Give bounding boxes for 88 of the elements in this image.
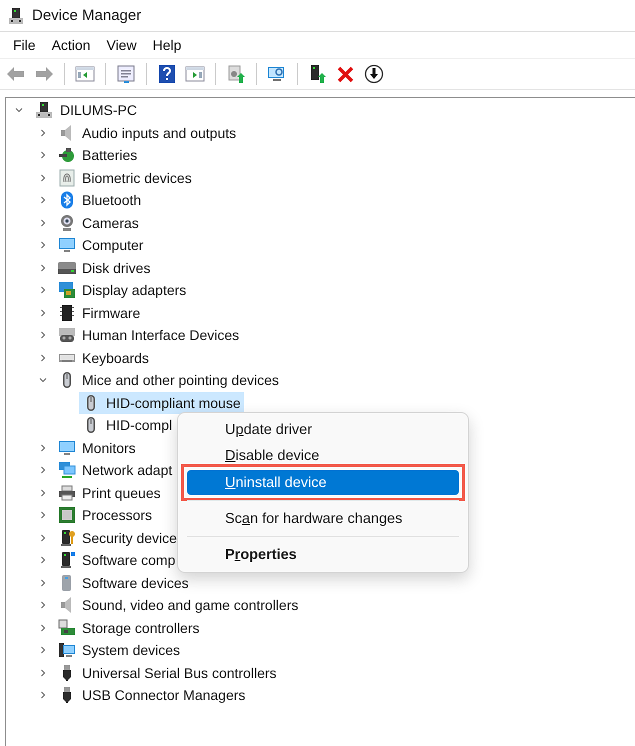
chevron-icon[interactable]	[38, 240, 48, 250]
chevron-icon[interactable]	[38, 218, 48, 228]
tree-item-label[interactable]: Display adapters	[82, 280, 186, 300]
computer-icon	[58, 641, 76, 660]
menu-item[interactable]: Action	[44, 34, 98, 56]
tree-item-label[interactable]: Sound, video and game controllers	[82, 595, 298, 616]
tree-item-label[interactable]: Audio inputs and outputs	[82, 122, 236, 143]
tree-item-label[interactable]: HID-compl	[106, 415, 172, 436]
chevron-icon[interactable]	[38, 488, 48, 498]
menu-item[interactable]: Update driver	[187, 417, 459, 443]
network-icon	[58, 461, 76, 480]
processor-icon	[58, 506, 76, 524]
battery-plug-icon	[58, 146, 76, 164]
enable-device-icon[interactable]	[308, 64, 328, 84]
chevron-icon[interactable]	[38, 128, 48, 138]
tree-item-label[interactable]: HID-compliant mouse	[106, 392, 241, 413]
tree-item-label[interactable]: Software devices	[82, 572, 189, 593]
chevron-icon[interactable]	[38, 308, 48, 318]
chevron-icon[interactable]	[38, 578, 48, 588]
action-pane-icon[interactable]	[185, 64, 205, 84]
menu-item[interactable]: File	[6, 34, 43, 56]
bluetooth-icon	[58, 191, 76, 210]
menu-item[interactable]: Properties	[187, 542, 459, 568]
tree-item-label[interactable]: Batteries	[82, 145, 138, 166]
tree-item-label[interactable]: Bluetooth	[82, 190, 142, 210]
tree-item-label[interactable]: Biometric devices	[82, 168, 192, 188]
tree-item-label[interactable]: Software comp	[82, 550, 176, 570]
tree-item-label[interactable]: Storage controllers	[82, 618, 200, 638]
circuit-board-icon	[58, 618, 76, 637]
tree-item-label[interactable]: Mice and other pointing devices	[82, 370, 279, 390]
tree-item-label[interactable]: Processors	[82, 505, 152, 526]
tree-item-label[interactable]: Universal Serial Bus controllers	[82, 662, 277, 683]
help-icon[interactable]	[157, 64, 177, 84]
tree-item-label[interactable]: Network adapt	[82, 460, 172, 480]
menu-item[interactable]: View	[99, 34, 144, 56]
tree-item-label[interactable]: Computer	[82, 235, 144, 256]
chevron-icon[interactable]	[38, 510, 48, 520]
tree-item-label[interactable]: USB Connector Managers	[82, 685, 246, 706]
webcam-icon	[58, 214, 76, 232]
update-driver-icon[interactable]	[226, 64, 246, 84]
printer-icon	[58, 484, 76, 502]
tree-item-label[interactable]: Print queues	[82, 482, 161, 503]
tree-item-label[interactable]: Disk drives	[82, 258, 150, 278]
chevron-icon[interactable]	[38, 622, 48, 633]
selection-highlight[interactable]: HID-compliant mouse	[79, 392, 244, 414]
tree-item-label[interactable]: DILUMS-PC	[60, 100, 138, 120]
chevron-icon[interactable]	[38, 172, 48, 183]
tree-item-label[interactable]: Human Interface Devices	[82, 325, 240, 346]
chevron-icon[interactable]	[38, 262, 48, 273]
scan-icon[interactable]	[267, 64, 287, 84]
chevron-icon[interactable]	[38, 645, 48, 656]
chevron-icon[interactable]	[38, 555, 48, 566]
tree-item-label[interactable]: System devices	[82, 640, 180, 660]
app-icon	[8, 6, 24, 24]
menu-item[interactable]: Scan for hardware changes	[187, 506, 459, 532]
properties-icon[interactable]	[116, 64, 136, 84]
monitor-icon	[58, 438, 76, 457]
tree-item-label[interactable]: Security device	[82, 528, 177, 548]
window-title: Device Manager	[32, 7, 142, 24]
chevron-icon[interactable]	[38, 285, 48, 296]
chevron-icon[interactable]	[38, 532, 48, 543]
chip-icon	[58, 304, 76, 322]
tree-item-label[interactable]: Firmware	[82, 302, 140, 323]
computer-tower-icon	[34, 101, 54, 120]
chevron-icon[interactable]	[38, 442, 48, 453]
input-device-icon	[58, 326, 76, 344]
chevron-icon[interactable]	[38, 690, 48, 700]
chevron-icon[interactable]	[38, 150, 48, 160]
security-key-icon	[58, 528, 76, 547]
chevron-icon[interactable]	[38, 330, 48, 340]
uninstall-icon[interactable]	[336, 64, 356, 84]
chevron-icon[interactable]	[38, 195, 48, 206]
menu-item[interactable]: Help	[146, 34, 188, 56]
monitor-icon	[58, 236, 76, 254]
display-adapter-icon	[58, 281, 76, 300]
fingerprint-icon	[58, 168, 76, 187]
chevron-icon[interactable]	[38, 465, 48, 476]
chevron-icon[interactable]	[38, 352, 48, 363]
chevron-icon[interactable]	[38, 668, 48, 678]
disable-device-icon[interactable]	[364, 64, 384, 84]
menu-item[interactable]: Disable device	[187, 443, 459, 469]
tree-item-label[interactable]: Monitors	[82, 438, 136, 458]
tree-item-label[interactable]: Keyboards	[82, 348, 149, 368]
chevron-icon[interactable]	[38, 600, 48, 610]
menu-item[interactable]: Uninstall device	[187, 470, 459, 495]
tree-pane-icon[interactable]	[75, 64, 95, 84]
tree-item-label[interactable]: Cameras	[82, 212, 139, 233]
software-component-icon	[58, 551, 76, 570]
